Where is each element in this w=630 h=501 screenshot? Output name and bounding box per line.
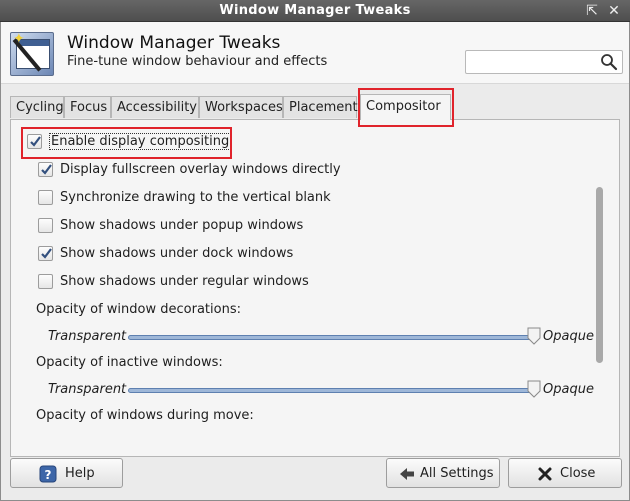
fullscreen-overlay-checkbox[interactable]: Display fullscreen overlay windows direc… (38, 162, 341, 182)
slider-max-label: Opaque (543, 382, 594, 397)
title-bar: Window Manager Tweaks ⇱ ✕ (0, 0, 630, 22)
window-title: Window Manager Tweaks (219, 3, 411, 18)
scrollbar-thumb[interactable] (596, 187, 603, 363)
slider-min-label: Transparent (48, 382, 127, 397)
slider-trough[interactable] (128, 388, 538, 393)
checkbox-unchecked[interactable] (38, 218, 53, 233)
inactive-opacity-slider[interactable]: Transparent Opaque (36, 380, 616, 400)
close-icon[interactable]: ✕ (606, 3, 622, 19)
dialog-header: ✦ Window Manager Tweaks Fine-tune window… (1, 22, 629, 84)
header-title: Window Manager Tweaks (67, 33, 281, 53)
tab-compositor[interactable]: Compositor (360, 94, 451, 120)
close-icon (538, 467, 552, 481)
checkbox-unchecked[interactable] (38, 190, 53, 205)
search-icon[interactable] (600, 53, 618, 71)
decorations-opacity-slider[interactable]: Transparent Opaque (36, 327, 616, 347)
option-label: Show shadows under dock windows (60, 246, 294, 261)
header-subtitle: Fine-tune window behaviour and effects (67, 54, 328, 69)
inactive-opacity-label: Opacity of inactive windows: (36, 355, 223, 370)
svg-text:?: ? (45, 468, 52, 482)
tab-accessibility[interactable]: Accessibility (111, 96, 199, 118)
slider-min-label: Transparent (48, 329, 127, 344)
regular-shadows-checkbox[interactable]: Show shadows under regular windows (38, 274, 309, 294)
search-box[interactable] (465, 50, 623, 74)
popup-shadows-checkbox[interactable]: Show shadows under popup windows (38, 218, 303, 238)
help-button[interactable]: ? Help (10, 458, 123, 488)
checkbox-checked[interactable] (38, 246, 53, 261)
checkbox-checked[interactable] (38, 162, 53, 177)
help-icon: ? (39, 465, 57, 483)
window-manager-icon: ✦ (10, 31, 54, 76)
close-button[interactable]: Close (508, 458, 622, 488)
move-opacity-label: Opacity of windows during move: (36, 408, 254, 423)
option-label: Show shadows under regular windows (60, 274, 309, 289)
maximize-icon[interactable]: ⇱ (584, 3, 600, 19)
tab-workspaces[interactable]: Workspaces (199, 96, 283, 118)
slider-max-label: Opaque (543, 329, 594, 344)
option-label: Synchronize drawing to the vertical blan… (60, 190, 331, 205)
dock-shadows-checkbox[interactable]: Show shadows under dock windows (38, 246, 293, 266)
tab-cycling[interactable]: Cycling (10, 96, 64, 118)
decorations-opacity-label: Opacity of window decorations: (36, 302, 241, 317)
tab-bar: Cycling Focus Accessibility Workspaces P… (10, 94, 620, 120)
tab-placement[interactable]: Placement (283, 96, 358, 118)
option-label: Show shadows under popup windows (60, 218, 304, 233)
all-settings-button[interactable]: All Settings (386, 458, 500, 488)
vsync-checkbox[interactable]: Synchronize drawing to the vertical blan… (38, 190, 331, 210)
dialog-body: ✦ Window Manager Tweaks Fine-tune window… (0, 22, 630, 501)
arrow-left-icon (400, 468, 414, 480)
checkbox-unchecked[interactable] (38, 274, 53, 289)
option-label: Display fullscreen overlay windows direc… (60, 162, 341, 177)
tab-focus[interactable]: Focus (64, 96, 111, 118)
enable-compositing-checkbox[interactable]: Enable display compositing (27, 133, 232, 154)
slider-handle[interactable] (527, 327, 541, 345)
vertical-scrollbar[interactable] (593, 179, 607, 455)
slider-trough[interactable] (128, 335, 538, 340)
slider-handle[interactable] (527, 380, 541, 398)
search-input[interactable] (470, 53, 600, 71)
enable-compositing-label: Enable display compositing (49, 133, 232, 150)
checkbox-checked[interactable] (27, 134, 42, 149)
